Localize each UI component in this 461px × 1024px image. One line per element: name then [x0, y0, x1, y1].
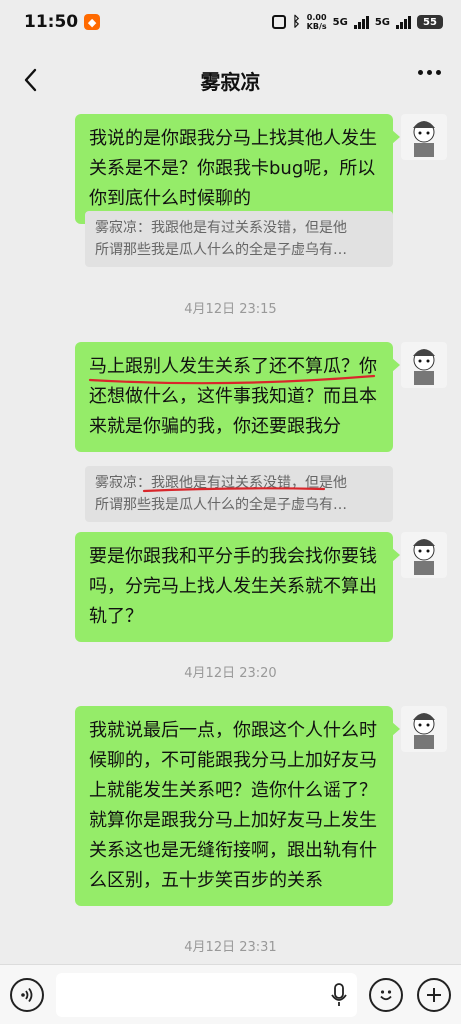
avatar[interactable] [401, 706, 447, 752]
red-underline-annotation [142, 487, 326, 493]
avatar[interactable] [401, 114, 447, 160]
avatar[interactable] [401, 532, 447, 578]
timestamp: 4月12日 23:20 [184, 666, 277, 681]
message-bubble[interactable]: 我说的是你跟我分马上找其他人发生关系是不是？你跟我卡bug呢，所以你到底什么时候… [75, 114, 400, 224]
chat-header: 雾寂凉 [0, 44, 461, 116]
back-arrow-icon[interactable] [18, 66, 46, 94]
app-notification-icon: ◆ [84, 14, 101, 30]
timestamp: 4月12日 23:15 [184, 302, 277, 317]
message-bubble[interactable]: 要是你跟我和平分手的我会找你要钱吗，分完马上找人发生关系就不算出轨了？ [75, 532, 400, 642]
input-bar [0, 964, 461, 1024]
message-bubble[interactable]: 我就说最后一点，你跟这个人什么时候聊的，不可能跟我分马上加好友马上就能发生关系吧… [75, 706, 400, 906]
bluetooth-icon: ᛒ [292, 14, 301, 30]
message-bubble[interactable]: 马上跟别人发生关系了还不算瓜？你还想做什么，这件事我知道？而且本来就是你骗的我，… [75, 342, 400, 452]
emoji-icon[interactable] [369, 977, 403, 1012]
sim2-label: 5G [374, 16, 390, 28]
quoted-message[interactable]: 雾寂凉：我跟他是有过关系没错，但是他 所谓那些我是瓜人什么的全是子虚乌有… [85, 211, 393, 267]
vibrate-icon [272, 15, 287, 29]
status-time: 11:50 [24, 12, 79, 32]
network-speed: 0.00 KB/s [306, 13, 327, 31]
message-input[interactable] [56, 972, 357, 1017]
timestamp: 4月12日 23:31 [184, 940, 277, 955]
status-bar: 11:50 ◆ ᛒ 0.00 KB/s 5G 5G 55 [0, 0, 461, 44]
signal-icon [396, 15, 411, 29]
sim1-label: 5G [332, 16, 348, 28]
chat-title: 雾寂凉 [200, 69, 261, 94]
voice-toggle-icon[interactable] [10, 977, 44, 1012]
avatar[interactable] [401, 342, 447, 388]
microphone-icon[interactable] [331, 982, 347, 1007]
add-more-icon[interactable] [417, 977, 451, 1012]
signal-icon [353, 15, 369, 29]
battery-icon: 55 [417, 15, 443, 29]
red-underline-annotation [88, 374, 376, 385]
more-options-icon[interactable] [418, 70, 441, 75]
